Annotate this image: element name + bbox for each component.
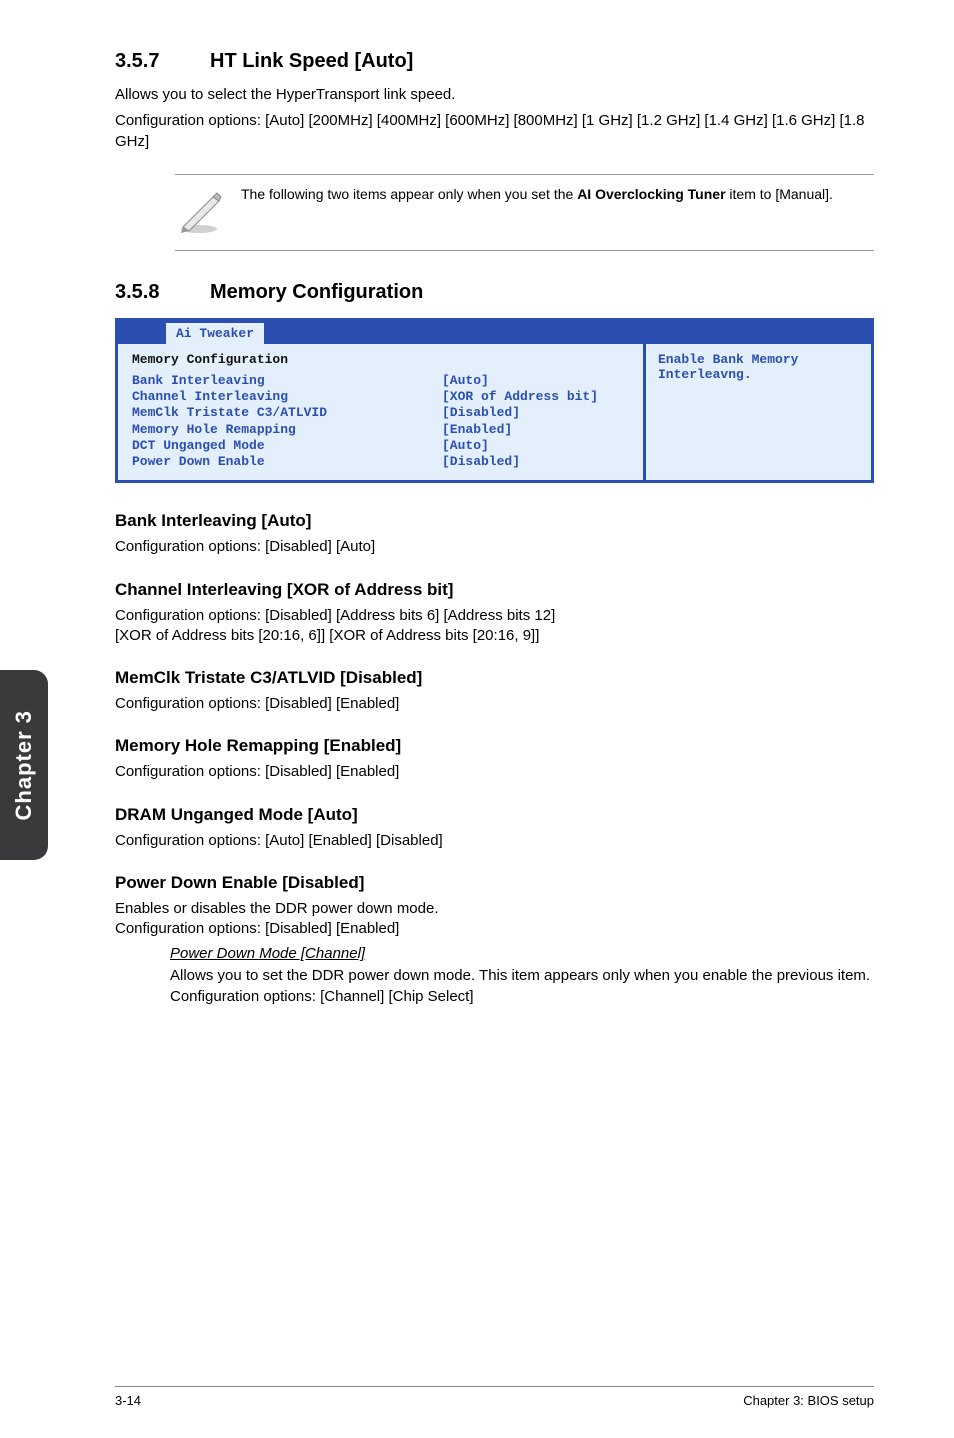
section-number: 3.5.7 (115, 50, 210, 73)
body-text: Configuration options: [Disabled] [Enabl… (115, 919, 874, 939)
body-text: [XOR of Address bits [20:16, 6]] [XOR of… (115, 626, 874, 646)
note-text-post: item to [Manual]. (726, 186, 833, 202)
bios-item-value: [XOR of Address bit] (442, 389, 598, 405)
body-text: Allows you to select the HyperTransport … (115, 85, 874, 105)
bios-item-value: [Disabled] (442, 454, 520, 470)
body-text: Allows you to set the DDR power down mod… (170, 966, 874, 1007)
body-text: Configuration options: [Disabled] [Enabl… (115, 762, 874, 782)
bios-item-label: MemClk Tristate C3/ATLVID (132, 405, 442, 421)
section-number: 3.5.8 (115, 281, 210, 304)
subsection-title: Channel Interleaving [XOR of Address bit… (115, 580, 874, 600)
subsection-title: DRAM Unganged Mode [Auto] (115, 805, 874, 825)
bios-item-label: Bank Interleaving (132, 373, 442, 389)
body-text: Enables or disables the DDR power down m… (115, 899, 874, 919)
body-text: Configuration options: [Disabled] [Addre… (115, 606, 874, 626)
bios-item-value: [Disabled] (442, 405, 520, 421)
bios-tab-label: Ai Tweaker (166, 323, 264, 344)
bios-item-label: Channel Interleaving (132, 389, 442, 405)
bios-item-value: [Auto] (442, 438, 489, 454)
body-text: Configuration options: [Auto] [200MHz] [… (115, 111, 874, 152)
bios-item-label: DCT Unganged Mode (132, 438, 442, 454)
section-title: HT Link Speed [Auto] (210, 50, 413, 73)
section-title: Memory Configuration (210, 281, 423, 304)
subsection-title: Memory Hole Remapping [Enabled] (115, 736, 874, 756)
bios-item-label: Memory Hole Remapping (132, 422, 442, 438)
bios-panel: Ai Tweaker Memory Configuration Bank Int… (115, 318, 874, 484)
note-text-bold: AI Overclocking Tuner (577, 186, 725, 202)
body-text: Configuration options: [Disabled] [Auto] (115, 537, 874, 557)
bios-heading: Memory Configuration (132, 352, 629, 367)
note-callout: The following two items appear only when… (175, 174, 874, 251)
chapter-tab: Chapter 3 (0, 670, 48, 860)
bios-item-value: [Enabled] (442, 422, 512, 438)
page-number: 3-14 (115, 1393, 141, 1408)
page-footer: 3-14 Chapter 3: BIOS setup (115, 1386, 874, 1408)
bios-item-label: Power Down Enable (132, 454, 442, 470)
note-text-pre: The following two items appear only when… (241, 186, 577, 202)
chapter-tab-label: Chapter 3 (11, 710, 37, 820)
footer-chapter: Chapter 3: BIOS setup (743, 1393, 874, 1408)
subsection-title: MemClk Tristate C3/ATLVID [Disabled] (115, 668, 874, 688)
subsection-title: Bank Interleaving [Auto] (115, 511, 874, 531)
note-text: The following two items appear only when… (241, 185, 833, 204)
body-text: Configuration options: [Auto] [Enabled] … (115, 831, 874, 851)
bios-help-text: Enable Bank Memory Interleavng. (646, 344, 871, 481)
sub-item-title: Power Down Mode [Channel] (170, 945, 874, 962)
body-text: Configuration options: [Disabled] [Enabl… (115, 694, 874, 714)
bios-item-value: [Auto] (442, 373, 489, 389)
subsection-title: Power Down Enable [Disabled] (115, 873, 874, 893)
note-icon (175, 187, 223, 240)
